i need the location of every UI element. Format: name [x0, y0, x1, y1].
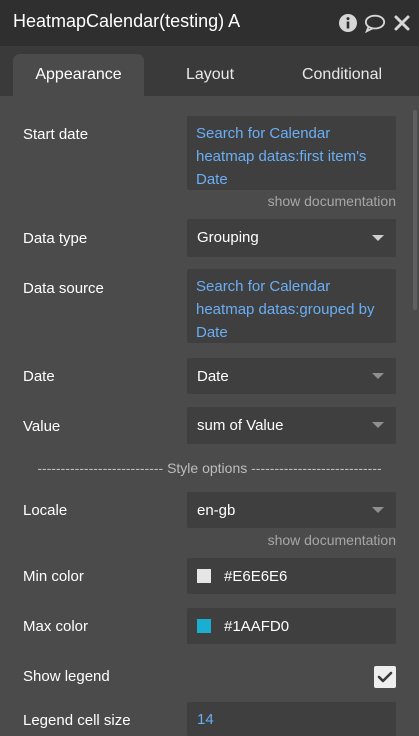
chevron-down-icon — [372, 507, 384, 513]
legend-cell-size-label: Legend cell size — [23, 712, 131, 729]
checkmark-icon — [377, 671, 393, 683]
value-value: sum of Value — [197, 417, 284, 434]
data-source-expression[interactable]: Search for Calendar heatmap datas:groupe… — [187, 269, 396, 350]
style-options-divider: --------------------------- Style option… — [37, 460, 382, 476]
data-type-value: Grouping — [197, 229, 259, 246]
value-label: Value — [23, 418, 61, 435]
legend-cell-size-value[interactable]: 14 — [197, 711, 214, 728]
tab-appearance[interactable]: Appearance — [13, 54, 144, 96]
min-color-swatch[interactable] — [197, 569, 211, 583]
start-date-expression[interactable]: Search for Calendar heatmap datas:first … — [187, 116, 396, 197]
max-color-picker[interactable]: #1AAFD0 — [187, 608, 396, 644]
locale-doc-link[interactable]: show documentation — [268, 532, 396, 548]
data-type-dropdown[interactable]: Grouping — [187, 219, 396, 257]
start-date-field[interactable]: Search for Calendar heatmap datas:first … — [187, 116, 396, 190]
legend-cell-size-input[interactable]: 14 — [187, 702, 396, 736]
title-bar: HeatmapCalendar(testing) A — [0, 0, 419, 46]
date-value: Date — [197, 368, 229, 385]
start-date-doc-link[interactable]: show documentation — [268, 193, 396, 209]
locale-label: Locale — [23, 502, 68, 519]
min-color-label: Min color — [23, 568, 84, 585]
info-icon[interactable] — [337, 12, 359, 34]
locale-value: en-gb — [197, 502, 236, 519]
chevron-down-icon — [372, 235, 384, 241]
max-color-swatch[interactable] — [197, 619, 211, 633]
element-title: HeatmapCalendar(testing) A — [13, 11, 241, 31]
comment-icon[interactable] — [364, 12, 386, 34]
min-color-picker[interactable]: #E6E6E6 — [187, 558, 396, 594]
data-type-label: Data type — [23, 230, 88, 247]
data-source-label: Data source — [23, 280, 104, 297]
value-dropdown[interactable]: sum of Value — [187, 407, 396, 444]
show-legend-label: Show legend — [23, 668, 110, 685]
chevron-down-icon — [372, 373, 384, 379]
tab-conditional[interactable]: Conditional — [276, 54, 408, 96]
show-legend-checkbox[interactable] — [374, 666, 396, 688]
title-actions — [332, 10, 413, 36]
data-source-field[interactable]: Search for Calendar heatmap datas:groupe… — [187, 269, 396, 343]
scrollbar-thumb[interactable] — [413, 110, 417, 310]
close-icon[interactable] — [391, 12, 413, 34]
locale-dropdown[interactable]: en-gb — [187, 492, 396, 528]
max-color-value: #1AAFD0 — [224, 618, 290, 635]
start-date-label: Start date — [23, 126, 89, 143]
tab-layout[interactable]: Layout — [150, 54, 270, 96]
panel-scrollbar[interactable] — [411, 96, 419, 736]
date-label: Date — [23, 368, 55, 385]
appearance-panel: Start date Search for Calendar heatmap d… — [0, 96, 409, 736]
chevron-down-icon — [372, 422, 384, 428]
min-color-value: #E6E6E6 — [224, 568, 288, 585]
max-color-label: Max color — [23, 618, 89, 635]
tab-bar: Appearance Layout Conditional — [0, 46, 419, 96]
date-dropdown[interactable]: Date — [187, 358, 396, 394]
